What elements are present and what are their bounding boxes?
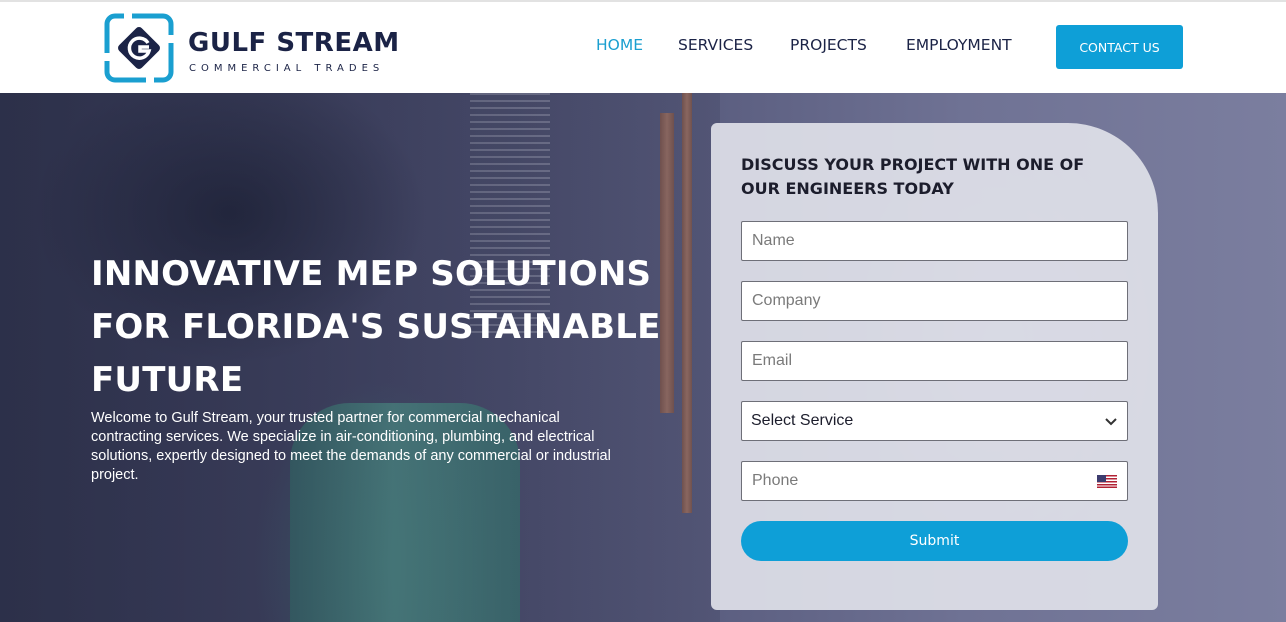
name-field[interactable] [741, 221, 1128, 261]
brand-logo[interactable]: GULF STREAM COMMERCIAL TRADES [104, 13, 404, 83]
brand-name: GULF STREAM [188, 28, 400, 58]
company-field[interactable] [741, 281, 1128, 321]
g-monogram-icon [104, 13, 174, 83]
nav-employment[interactable]: EMPLOYMENT [906, 36, 1012, 58]
service-select[interactable]: Select Service [741, 401, 1128, 441]
service-select-value: Select Service [751, 412, 854, 429]
contact-form-card: DISCUSS YOUR PROJECT WITH ONE OF OUR ENG… [711, 123, 1158, 610]
email-field[interactable] [741, 341, 1128, 381]
contact-us-button[interactable]: CONTACT US [1056, 25, 1183, 69]
nav-home[interactable]: HOME [596, 36, 643, 58]
hero-title-line: INNOVATIVE MEP SOLUTIONS [91, 254, 652, 294]
hero-title: INNOVATIVE MEP SOLUTIONS FOR FLORIDA'S S… [91, 248, 661, 407]
hero-title-line: FUTURE [91, 360, 244, 400]
hero-title-line: FOR FLORIDA'S SUSTAINABLE [91, 307, 661, 347]
chevron-down-icon [1105, 418, 1117, 426]
form-heading: DISCUSS YOUR PROJECT WITH ONE OF OUR ENG… [741, 155, 1085, 198]
hero-description: Welcome to Gulf Stream, your trusted par… [91, 410, 611, 483]
submit-button[interactable]: Submit [741, 521, 1128, 561]
nav-projects[interactable]: PROJECTS [790, 36, 867, 58]
brand-tagline: COMMERCIAL TRADES [189, 63, 385, 74]
nav-services[interactable]: SERVICES [678, 36, 753, 58]
us-flag-icon[interactable] [1097, 475, 1117, 488]
site-header: GULF STREAM COMMERCIAL TRADES HOME SERVI… [0, 2, 1286, 93]
phone-field[interactable] [741, 461, 1128, 501]
hero-section: INNOVATIVE MEP SOLUTIONS FOR FLORIDA'S S… [0, 93, 1286, 622]
